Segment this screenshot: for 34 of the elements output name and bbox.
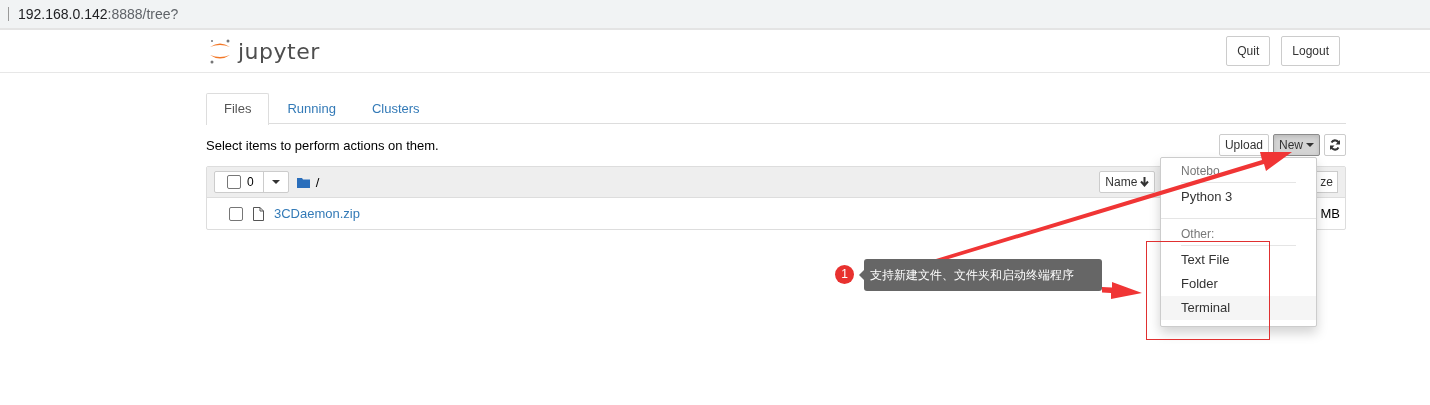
- logo-icon: [208, 37, 232, 65]
- menu-item[interactable]: Text File: [1161, 248, 1316, 272]
- tooltip: 支持新建文件、文件夹和启动终端程序: [864, 259, 1102, 291]
- upload-button[interactable]: Upload: [1218, 134, 1269, 156]
- menu-header: Notebo: [1180, 163, 1221, 180]
- count-text: 0: [247, 175, 254, 189]
- tab[interactable]: Running: [269, 93, 354, 123]
- url-text: 192.168.0.142:8888/tree?: [18, 6, 179, 22]
- header-button[interactable]: Quit: [1226, 36, 1271, 66]
- arrow: [1102, 282, 1142, 299]
- sort-button[interactable]: Name: [1099, 171, 1156, 193]
- refresh-button[interactable]: [1324, 134, 1346, 156]
- header-button[interactable]: Logout: [1281, 36, 1340, 66]
- file-size: MB: [1320, 206, 1340, 221]
- file-icon: [253, 206, 264, 221]
- menu-header: Other:: [1180, 226, 1216, 243]
- logo-text: jupyter: [238, 38, 320, 64]
- hint-text: Select items to perform actions on them.: [206, 137, 439, 153]
- tab[interactable]: Clusters: [353, 93, 438, 123]
- select-dropdown[interactable]: 0: [214, 171, 289, 193]
- tab[interactable]: Files: [206, 93, 270, 125]
- breadcrumb-link[interactable]: /: [315, 174, 320, 190]
- file-link[interactable]: 3CDaemon.zip: [274, 206, 360, 221]
- checkbox[interactable]: [227, 175, 241, 189]
- arrow-down-icon: [1140, 177, 1150, 187]
- address-bar[interactable]: 192.168.0.142:8888/tree?: [0, 0, 1430, 30]
- menu-item[interactable]: Terminal: [1161, 296, 1316, 320]
- folder-icon: [296, 176, 310, 188]
- checkbox[interactable]: [229, 206, 243, 221]
- step-badge: 1: [835, 265, 854, 284]
- caret-icon: [271, 180, 280, 184]
- new-button[interactable]: New: [1273, 134, 1320, 156]
- refresh-icon: [1329, 139, 1341, 151]
- menu-item[interactable]: Folder: [1161, 272, 1316, 296]
